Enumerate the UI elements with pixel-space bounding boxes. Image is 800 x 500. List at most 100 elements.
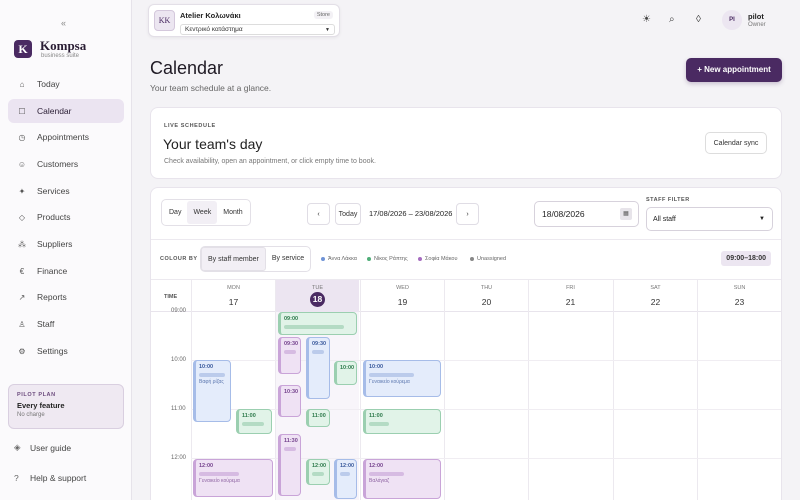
theme-toggle-icon[interactable]: ☀	[642, 14, 651, 25]
new-appointment-button[interactable]: + New appointment	[686, 58, 782, 82]
help-support-link[interactable]: ? Help & support	[14, 473, 86, 483]
plan-title: PILOT PLAN	[17, 392, 56, 398]
appointment-block[interactable]: 09:30	[306, 337, 330, 399]
day-header-sun[interactable]: SUN 23	[697, 280, 781, 312]
appointment-time: 09:30	[312, 341, 327, 347]
appointment-block[interactable]: 11:00	[363, 409, 441, 434]
legend-dot	[418, 257, 422, 261]
appointment-block[interactable]: 10:00 Γυναικείο κούρεμα	[363, 360, 441, 397]
day-of-week: SAT	[650, 285, 661, 291]
day-header-fri[interactable]: FRI 21	[528, 280, 612, 312]
sidebar-item-customers[interactable]: ☺ Customers	[8, 152, 124, 176]
help-icon: ?	[14, 473, 19, 483]
day-header-wed[interactable]: WED 19	[360, 280, 444, 312]
legend-item: Νίκος Ράπτης	[367, 256, 408, 262]
appointment-redacted	[199, 472, 239, 476]
calendar-sync-button[interactable]: Calendar sync	[705, 132, 767, 154]
legend-label: Νίκος Ράπτης	[374, 256, 408, 262]
plan-card: PILOT PLAN Every feature No charge	[8, 384, 124, 429]
today-button[interactable]: Today	[335, 203, 361, 225]
page-subtitle: Your team schedule at a glance.	[150, 83, 272, 93]
prev-week-button[interactable]: ‹	[307, 203, 330, 225]
colour-by-service[interactable]: By service	[266, 247, 310, 271]
week-grid[interactable]: 09:00 10:00 11:00 12:00 09:00 10:00 Βαφή …	[151, 308, 781, 500]
appointment-block[interactable]: 10:00	[334, 361, 357, 385]
notifications-icon[interactable]: ◊	[696, 14, 701, 25]
sidebar-item-label: Customers	[37, 159, 79, 169]
day-header-tue[interactable]: TUE 18	[275, 280, 359, 312]
sidebar-item-calendar[interactable]: ☐ Calendar	[8, 99, 124, 123]
sidebar-item-settings[interactable]: ⚙ Settings	[8, 339, 124, 363]
sidebar-item-label: Calendar	[37, 106, 72, 116]
date-input[interactable]: 18/08/2026 ▦	[534, 201, 639, 227]
avatar[interactable]: PI	[722, 10, 742, 30]
day-of-week: WED	[396, 285, 409, 291]
appointment-redacted	[340, 472, 350, 476]
appointment-time: 11:00	[369, 413, 383, 419]
day-header-sat[interactable]: SAT 22	[613, 280, 697, 312]
grid-line	[275, 312, 276, 500]
appointment-time: 10:00	[340, 365, 355, 371]
staff-filter-select[interactable]: All staff ▼	[646, 207, 773, 231]
grid-line	[444, 312, 445, 500]
appointment-block[interactable]: 10:00 Βαφή ρίζας	[193, 360, 231, 422]
appointment-block[interactable]: 11:00	[306, 409, 330, 427]
diamond-icon: ◈	[14, 442, 21, 452]
user-name[interactable]: pilot	[748, 12, 764, 21]
appointment-block[interactable]: 11:30	[278, 434, 301, 496]
day-of-week: FRI	[566, 285, 575, 291]
sidebar-item-services[interactable]: ✦ Services	[8, 179, 124, 203]
branch-select[interactable]: Κεντρικό κατάστημα ▼	[180, 24, 335, 35]
appointment-block[interactable]: 12:00 Γυναικείο κούρεμα	[193, 459, 273, 497]
appointment-block[interactable]: 09:00	[278, 312, 357, 335]
staff-filter-value: All staff	[653, 216, 676, 223]
day-number: 22	[650, 297, 661, 307]
sidebar-item-label: Finance	[37, 266, 68, 276]
network-icon: ⁂	[18, 239, 26, 249]
legend-label: Άννα Λάκκα	[328, 256, 357, 262]
help-support-label: Help & support	[30, 473, 87, 483]
day-header-mon[interactable]: MON 17	[191, 280, 275, 312]
sidebar-item-staff[interactable]: ♙ Staff	[8, 312, 124, 336]
sidebar-item-finance[interactable]: € Finance	[8, 259, 124, 283]
appointment-block[interactable]: 10:30	[278, 385, 301, 417]
appointment-block[interactable]: 12:00	[334, 459, 357, 499]
view-week[interactable]: Week	[187, 201, 218, 224]
appointment-service: Γυναικείο κούρεμα	[199, 478, 240, 484]
grid-line	[528, 312, 529, 500]
appointment-block[interactable]: 12:00 Βαλάγιαζ	[363, 459, 441, 499]
divider	[151, 239, 781, 240]
next-week-button[interactable]: ›	[456, 203, 479, 225]
sidebar-item-products[interactable]: ◇ Products	[8, 205, 124, 229]
legend-dot	[470, 257, 474, 261]
live-schedule-subtitle: Check availability, open an appointment,…	[164, 158, 376, 165]
appointment-block[interactable]: 11:00	[236, 409, 272, 434]
org-type-badge: Store	[313, 11, 333, 19]
sidebar-item-label: Staff	[37, 319, 55, 329]
organization-switcher[interactable]: KK Atelier Κολωνάκι Store Κεντρικό κατάσ…	[148, 4, 340, 37]
sidebar-item-suppliers[interactable]: ⁂ Suppliers	[8, 232, 124, 256]
box-icon: ◇	[18, 212, 26, 222]
user-guide-label: User guide	[30, 442, 72, 453]
appointment-block[interactable]: 09:30	[278, 337, 301, 374]
colour-by-staff[interactable]: By staff member	[201, 247, 266, 271]
euro-icon: €	[19, 266, 25, 276]
view-month[interactable]: Month	[217, 201, 248, 224]
plan-charge: No charge	[17, 412, 45, 418]
calendar-icon[interactable]: ▦	[620, 208, 632, 220]
hours-badge[interactable]: 09:00–18:00	[721, 251, 771, 266]
view-day[interactable]: Day	[163, 201, 187, 224]
time-column-header: TIME	[164, 294, 178, 300]
appointment-block[interactable]: 12:00	[306, 459, 330, 485]
sidebar-item-reports[interactable]: ↗ Reports	[8, 285, 124, 309]
collapse-sidebar-icon[interactable]: «	[61, 18, 66, 28]
user-guide-link[interactable]: ◈ User guide	[14, 442, 71, 453]
plan-feature: Every feature	[17, 401, 65, 410]
search-icon[interactable]: ⌕	[669, 14, 675, 25]
day-header-thu[interactable]: THU 20	[444, 280, 528, 312]
day-number: 18	[310, 292, 325, 307]
sidebar-item-appointments[interactable]: ◷ Appointments	[8, 125, 124, 149]
grid-line	[360, 312, 361, 500]
sparkle-icon: ✦	[18, 186, 26, 196]
sidebar-item-today[interactable]: ⌂ Today	[8, 72, 124, 96]
